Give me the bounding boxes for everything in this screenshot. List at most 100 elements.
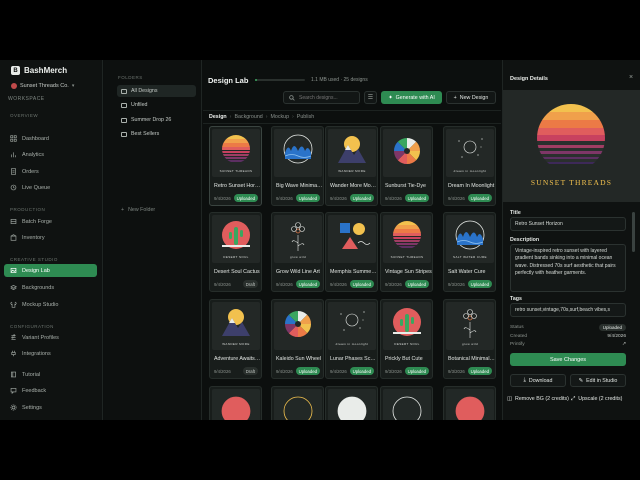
sidebar-item-mockup-studio[interactable]: Mockup Studio [4,298,97,311]
status-badge: Uploaded [598,324,626,331]
brand[interactable]: B BashMerch [11,66,67,75]
sidebar-item-backgrounds[interactable]: Backgrounds [4,281,97,294]
design-title: Kaleido Sun Wheel [276,356,322,362]
new-design-button[interactable]: + New Design [446,91,496,104]
status-badge: Draft [242,367,258,375]
save-changes-button[interactable]: Save Changes [510,353,626,366]
store-name: Sunset Threads Co. [20,83,69,89]
section-header-configuration: CONFIGURATION [10,324,54,329]
design-card[interactable] [271,386,324,420]
design-card[interactable] [325,386,378,420]
design-card[interactable]: SUNSET THREADS Retro Sunset Horizon 9/4/20… [209,126,262,206]
sidebar-item-analytics[interactable]: Analytics [4,148,97,161]
design-card[interactable]: grow wild Botanical Minimal Bloom 9/3/2026… [443,299,496,379]
design-card[interactable]: Memphis Summer Shapes 9/4/2026Uploaded [325,212,378,292]
sidebar-item-dashboard[interactable]: Dashboard [4,132,97,145]
design-date: 9/4/2026 [214,196,231,201]
folder-item-best-sellers[interactable]: Best Sellers [117,128,196,140]
design-card[interactable]: Sunburst Tie-Dye 9/4/2026 Uploaded [380,126,433,206]
preview-caption: SUNSET THREADS [530,178,613,187]
sidebar-item-tutorial[interactable]: Tutorial [4,368,97,381]
external-link-icon[interactable]: ↗ [622,342,626,347]
tags-field[interactable]: retro sunset,vintage,70s,surf,beach vibe… [510,303,626,317]
folder-item-all-designs[interactable]: All Designs [117,85,196,97]
list-icon: ☰ [367,95,374,101]
design-card[interactable] [380,386,433,420]
design-title: Desert Soul Cactus [214,269,260,275]
design-card[interactable]: WANDER MORE Wander More Mountains 9/4/2026… [325,126,378,206]
new-folder-button[interactable]: + New Folder [117,204,196,216]
generate-ai-button[interactable]: ✦ Generate with AI [381,91,442,104]
upscale-icon: ⤢ [571,395,576,402]
design-card[interactable]: DESERT SOUL Desert Soul Cactus 9/4/2026 Dra… [209,212,262,292]
design-date: 9/4/2026 [276,196,293,201]
design-card[interactable]: grow wild Grow Wild Line Art 9/4/2026 Uploa… [271,212,324,292]
design-card[interactable] [209,386,262,420]
design-card[interactable] [443,386,496,420]
description-field[interactable]: Vintage-inspired retro sunset with layer… [510,244,626,292]
book-icon [10,371,17,378]
title-field[interactable]: Retro Sunset Horizon [510,217,626,231]
sidebar-item-inventory[interactable]: Inventory [4,231,97,244]
remove-bg-button[interactable]: ◫ Remove BG (2 credits) [507,394,569,404]
sidebar: B BashMerch Sunset Threads Co. ▾ WORKSPA… [0,60,103,420]
folder-item-summer-drop-26[interactable]: Summer Drop 26 [117,114,196,126]
sidebar-item-variant-profiles[interactable]: Variant Profiles [4,331,97,344]
sunset-artwork: SUNSET THREADS [220,135,252,173]
status-badge: Uploaded [404,280,429,288]
download-button[interactable]: ⤓ Download [510,374,566,387]
design-date: 9/3/2026 [385,282,402,287]
design-thumbnail [328,389,376,420]
breadcrumb-step-mockup[interactable]: Mockup [270,114,289,120]
design-card[interactable]: SUNSET THREADS Vintage Sun Stripes 9/3/202… [380,212,433,292]
sidebar-item-orders[interactable]: Orders [4,165,97,178]
sidebar-item-batch-forge[interactable]: Batch Forge [4,215,97,228]
design-card[interactable]: Kaleido Sun Wheel 9/4/2026 Uploaded [271,299,324,379]
design-preview: SUNSET THREADS [503,90,640,202]
design-card[interactable]: dream in moonlight Dream In Moonlight 9/4/… [443,126,496,206]
status-badge: Uploaded [295,194,320,202]
design-title: Botanical Minimal Bloom [448,356,495,362]
flower-artwork: grow wild [290,222,306,259]
sidebar-item-feedback[interactable]: Feedback [4,384,97,397]
design-card[interactable]: DESERT SOUL Prickly But Cute 9/3/2026 Uploa… [380,299,433,379]
sidebar-item-settings[interactable]: Settings [4,401,97,414]
sidebar-item-label: Tutorial [22,371,41,378]
sunset-artwork: SUNSET THREADS [391,221,423,259]
design-card[interactable]: Big Wave Minimalist 9/4/2026 Uploaded [271,126,324,206]
close-icon[interactable]: × [629,74,633,81]
wave-artwork: SALT WATER CURE [453,220,487,259]
design-thumbnail [212,389,260,420]
sidebar-item-live-queue[interactable]: Live Queue [4,181,97,194]
breadcrumb-step-background[interactable]: Background [234,114,262,120]
design-title: Adventure Awaits Peaks [214,356,261,362]
design-title: Sunburst Tie-Dye [385,183,426,189]
sunburst-artwork [394,137,420,165]
sidebar-item-integrations[interactable]: Integrations [4,347,97,360]
scrollbar[interactable] [632,212,635,252]
chat-icon [10,387,17,394]
design-title: Prickly But Cute [385,356,423,362]
design-thumbnail: grow wild [446,302,494,350]
design-date: 9/4/2026 [214,369,231,374]
folder-item-unfiled[interactable]: Unfiled [117,99,196,111]
store-switcher[interactable]: Sunset Threads Co. ▾ [11,83,74,89]
design-card[interactable]: WANDER MORE Adventure Awaits Peaks 9/4/202… [209,299,262,379]
design-date: 9/3/2026 [448,282,465,287]
breadcrumb-step-publish[interactable]: Publish [297,114,314,120]
view-toggle-button[interactable]: ☰ [364,91,377,104]
search-input[interactable] [299,94,357,101]
search-box[interactable] [283,91,360,104]
design-title: Wander More Mountains [330,183,377,189]
edit-in-studio-button[interactable]: ✎ Edit in Studio [570,374,626,387]
breadcrumb-step-design[interactable]: Design [209,114,227,120]
chevron-right-icon: › [265,114,268,120]
sidebar-item-label: Orders [22,168,39,175]
design-card[interactable]: SALT WATER CURE Salt Water Cure 9/3/2026 Up… [443,212,496,292]
upscale-button[interactable]: ⤢ Upscale (2 credits) [571,394,622,404]
description-label: Description [510,237,540,243]
design-title: Grow Wild Line Art [276,269,320,275]
sidebar-item-design-lab[interactable]: Design Lab [4,264,97,277]
design-thumbnail: DESERT SOUL [212,215,260,263]
design-card[interactable]: dream in moonlight Lunar Phases Script 9/4… [325,299,378,379]
